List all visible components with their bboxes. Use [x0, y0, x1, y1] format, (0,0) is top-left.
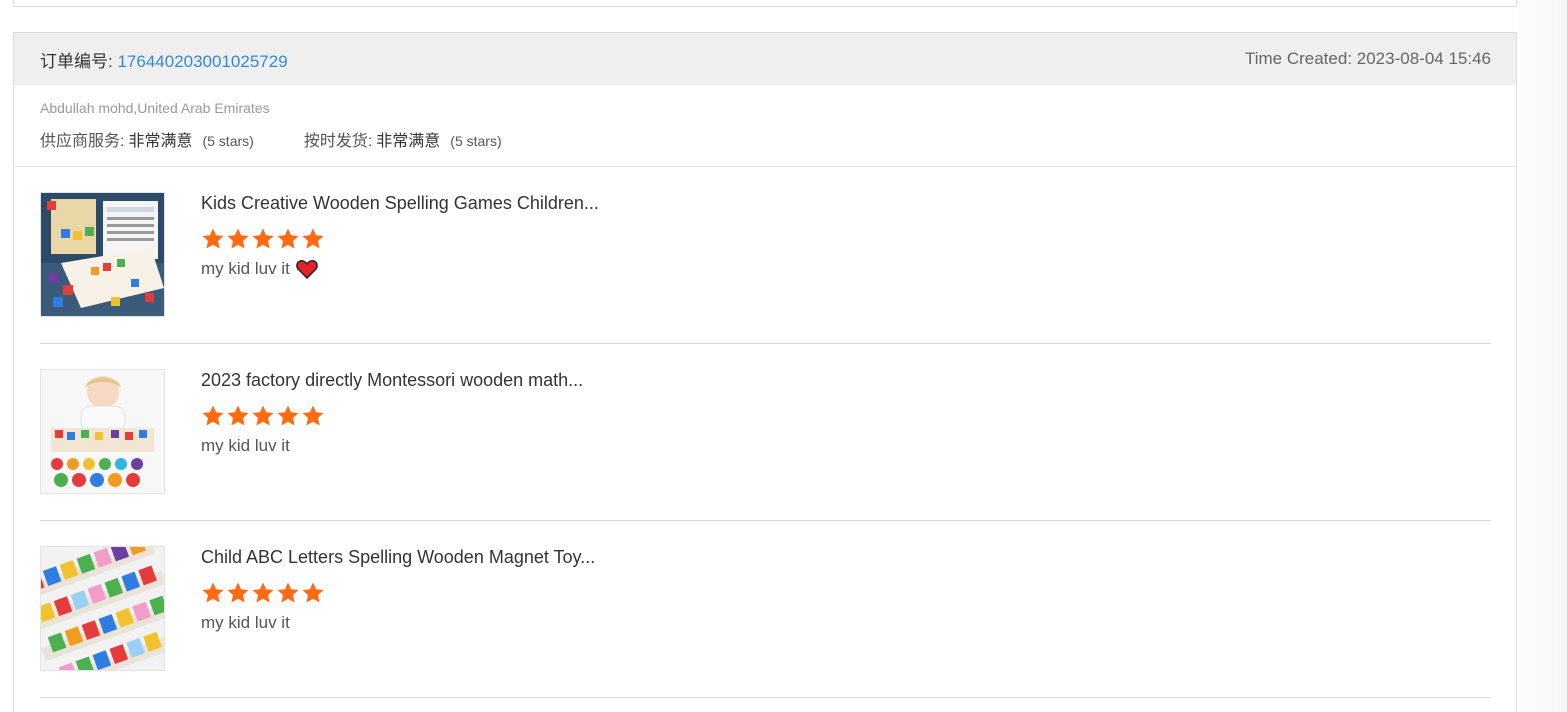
product-thumbnail[interactable]	[40, 369, 165, 494]
buyer-name: Abdullah mohd,United Arab Emirates	[40, 100, 270, 116]
star-icon	[252, 582, 274, 603]
review-text-row: my kid luv it	[201, 436, 583, 456]
product-image-spelling-game	[41, 193, 164, 316]
product-title-link[interactable]: Child ABC Letters Spelling Wooden Magnet…	[201, 546, 595, 568]
star-icon	[277, 405, 299, 426]
supplier-service-rating: 供应商服务: 非常满意 (5 stars)	[40, 127, 254, 151]
review-text: my kid luv it	[201, 436, 290, 455]
ontime-shipping-rating: 按时发货: 非常满意 (5 stars)	[304, 127, 502, 151]
product-thumbnail[interactable]	[40, 192, 165, 317]
star-icon	[302, 228, 324, 249]
order-header: 订单编号: 176440203001025729 Time Created: 2…	[14, 33, 1516, 85]
product-rating-stars	[201, 581, 595, 605]
product-info: Kids Creative Wooden Spelling Games Chil…	[201, 192, 599, 318]
star-icon	[277, 582, 299, 603]
star-icon	[202, 228, 224, 249]
ontime-shipping-value: 非常满意	[376, 133, 441, 150]
order-number-label: 订单编号:	[40, 51, 113, 71]
ratings-row: 供应商服务: 非常满意 (5 stars) 按时发货: 非常满意 (5 star…	[40, 127, 1490, 151]
right-gutter	[1518, 0, 1567, 712]
supplier-service-stars: (5 stars)	[202, 133, 254, 149]
ontime-shipping-label: 按时发货:	[303, 133, 373, 150]
product-image-montessori-math	[41, 370, 164, 493]
page: 订单编号: 176440203001025729 Time Created: 2…	[0, 0, 1567, 712]
product-info: Child ABC Letters Spelling Wooden Magnet…	[201, 546, 595, 672]
time-created: Time Created: 2023-08-04 15:46	[1244, 49, 1491, 68]
order-number-link[interactable]: 176440203001025729	[117, 52, 287, 71]
product-review-item: 2023 factory directly Montessori wooden …	[40, 344, 1491, 521]
previous-order-card	[13, 0, 1517, 7]
star-icon	[227, 582, 249, 603]
supplier-service-label: 供应商服务:	[40, 133, 125, 150]
heart-icon	[295, 260, 318, 279]
product-image-abc-train	[41, 547, 164, 670]
order-card: 订单编号: 176440203001025729 Time Created: 2…	[13, 32, 1517, 712]
review-text: my kid luv it	[201, 613, 290, 632]
review-text: my kid luv it	[201, 259, 290, 278]
product-title-link[interactable]: 2023 factory directly Montessori wooden …	[201, 369, 583, 391]
star-icon	[302, 405, 324, 426]
buyer-feedback-block: Abdullah mohd,United Arab Emirates 供应商服务…	[14, 85, 1516, 167]
star-icon	[252, 405, 274, 426]
star-icon	[252, 228, 274, 249]
star-icon	[227, 228, 249, 249]
star-icon	[302, 582, 324, 603]
product-review-item: Child ABC Letters Spelling Wooden Magnet…	[40, 521, 1491, 698]
product-title-link[interactable]: Kids Creative Wooden Spelling Games Chil…	[201, 192, 599, 214]
ontime-shipping-stars: (5 stars)	[450, 133, 502, 149]
star-icon	[202, 405, 224, 426]
product-rating-stars	[201, 404, 583, 428]
product-review-item: Kids Creative Wooden Spelling Games Chil…	[40, 167, 1491, 344]
order-number: 订单编号: 176440203001025729	[40, 47, 288, 72]
review-text-row: my kid luv it	[201, 613, 595, 633]
product-thumbnail[interactable]	[40, 546, 165, 671]
star-icon	[277, 228, 299, 249]
star-icon	[202, 582, 224, 603]
star-icon	[227, 405, 249, 426]
product-info: 2023 factory directly Montessori wooden …	[201, 369, 583, 495]
review-text-row: my kid luv it	[201, 259, 599, 279]
product-rating-stars	[201, 227, 599, 251]
supplier-service-value: 非常满意	[128, 133, 193, 150]
product-list: Kids Creative Wooden Spelling Games Chil…	[14, 167, 1516, 698]
